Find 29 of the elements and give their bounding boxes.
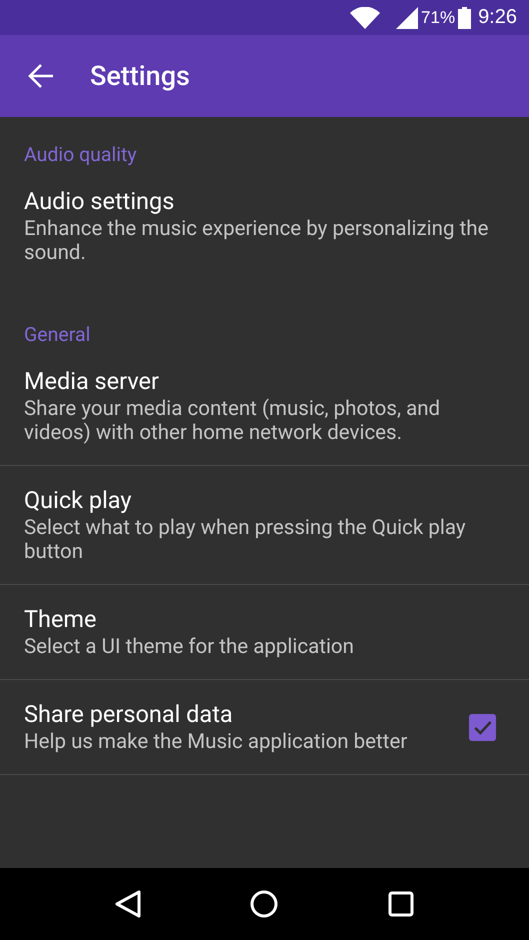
battery-icon bbox=[458, 6, 472, 28]
item-summary: Share your media content (music, photos, and videos) with other home network devices. bbox=[24, 397, 442, 445]
item-summary: Select what to play when pressing the Quick play button bbox=[24, 516, 467, 564]
item-title: Theme bbox=[24, 605, 98, 633]
settings-item[interactable]: Media server Share your media content (music, photos, and videos) with other home network devices. bbox=[0, 347, 529, 465]
signal-icon bbox=[396, 6, 418, 28]
section-header: General bbox=[23, 322, 92, 347]
item-summary: Select a UI theme for the application bbox=[24, 635, 355, 659]
item-title: Audio settings bbox=[24, 187, 176, 215]
recents-button[interactable] bbox=[388, 891, 414, 917]
settings-item[interactable]: Audio settings Enhance the music experience by personalizing the sound. bbox=[0, 167, 529, 285]
settings-item[interactable]: Theme Select a UI theme for the application bbox=[0, 584, 529, 679]
back-button[interactable] bbox=[28, 63, 54, 89]
item-summary: Help us make the Music application better bbox=[24, 730, 408, 754]
item-summary: Enhance the music experience by personalizing the sound. bbox=[24, 217, 490, 265]
back-arrow-icon bbox=[28, 63, 54, 89]
wifi-icon bbox=[350, 6, 380, 28]
home-button[interactable] bbox=[250, 890, 278, 918]
clock-time: 9:26 bbox=[478, 6, 517, 29]
section-header: Audio quality bbox=[23, 142, 138, 167]
settings-item[interactable]: Share personal data Help us make the Music application better bbox=[0, 679, 529, 774]
settings-item[interactable]: Quick play Select what to play when pressing the Quick play button bbox=[0, 465, 529, 584]
back-nav-button[interactable] bbox=[114, 890, 141, 918]
screen-title: Settings bbox=[90, 60, 190, 92]
item-title: Media server bbox=[24, 367, 160, 395]
item-title: Quick play bbox=[24, 486, 133, 514]
checkbox[interactable] bbox=[469, 714, 496, 740]
battery-percent: 71% bbox=[421, 8, 456, 28]
item-title: Share personal data bbox=[24, 700, 234, 728]
